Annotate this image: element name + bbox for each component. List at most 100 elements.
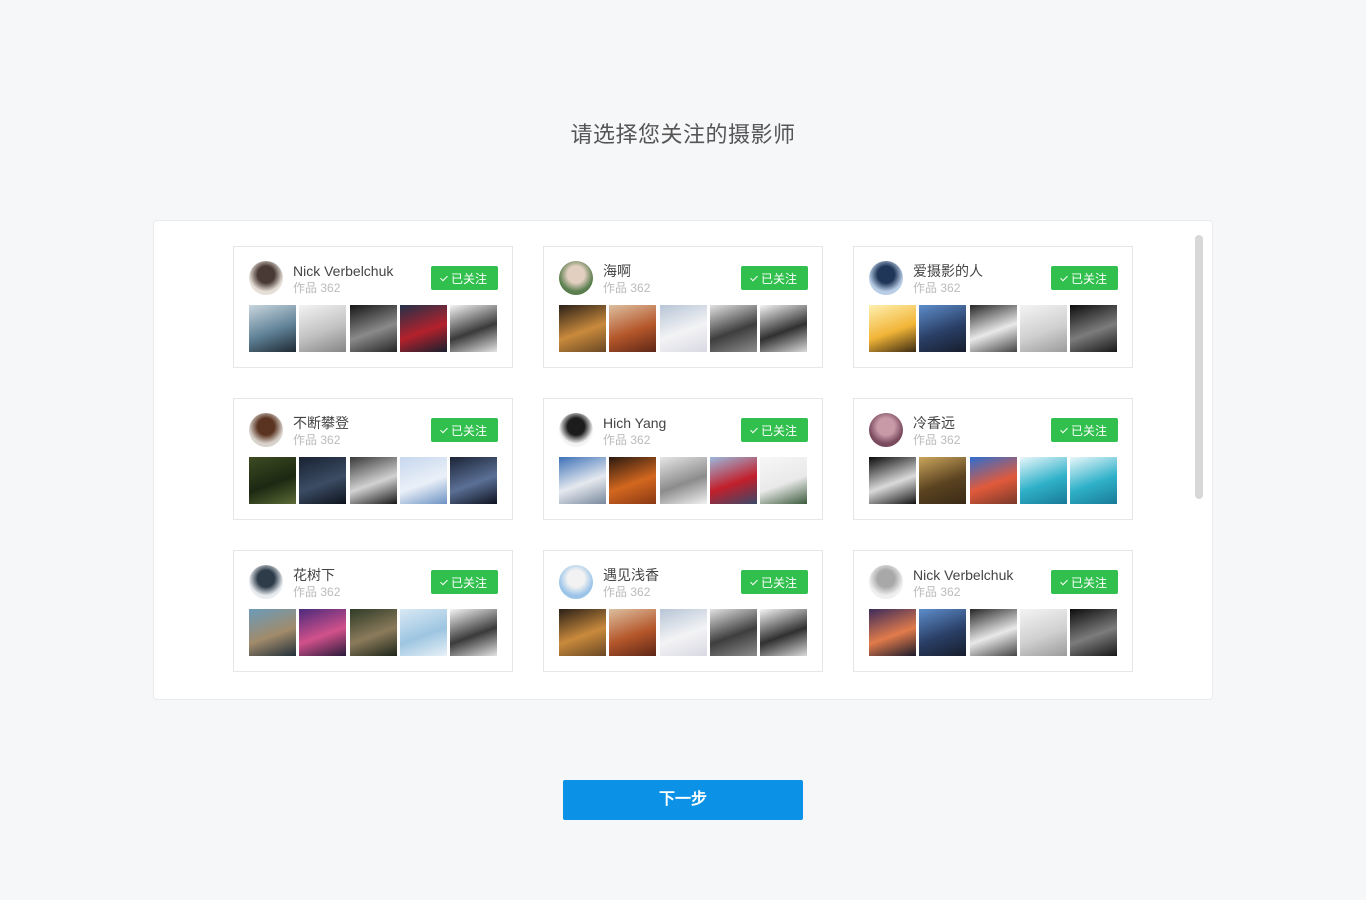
photo-thumbnail[interactable] [450,457,497,504]
check-icon [750,577,758,585]
follow-button[interactable]: 已关注 [741,266,808,290]
photo-thumbnail[interactable] [760,609,807,656]
photographer-card: 爱摄影的人 作品 362 已关注 [853,246,1133,368]
photo-thumbnail[interactable] [1070,457,1117,504]
photo-thumbnail[interactable] [869,457,916,504]
photographer-card: 花树下 作品 362 已关注 [233,550,513,672]
check-icon [440,425,448,433]
works-label: 作品 [913,433,938,447]
avatar[interactable] [869,261,903,295]
avatar[interactable] [559,565,593,599]
photo-thumbnail[interactable] [249,457,296,504]
photo-thumbnail[interactable] [760,305,807,352]
check-icon [1060,577,1068,585]
follow-button[interactable]: 已关注 [741,570,808,594]
follow-button[interactable]: 已关注 [431,570,498,594]
photo-thumbnail[interactable] [709,609,757,656]
photo-strip [869,457,1117,504]
avatar[interactable] [249,565,283,599]
photo-thumbnail[interactable] [659,305,707,352]
photo-thumbnail[interactable] [349,609,397,656]
photo-strip [249,305,497,352]
works-count: 作品 362 [913,280,960,296]
follow-button-label: 已关注 [1070,271,1107,286]
photographer-name[interactable]: 爱摄影的人 [913,262,983,280]
photo-thumbnail[interactable] [869,305,916,352]
avatar[interactable] [249,261,283,295]
next-step-button[interactable]: 下一步 [563,780,803,820]
scrollbar[interactable] [1195,235,1203,499]
follow-button[interactable]: 已关注 [1051,418,1118,442]
photo-thumbnail[interactable] [919,457,967,504]
photo-strip [559,305,807,352]
photo-thumbnail[interactable] [299,609,347,656]
follow-button[interactable]: 已关注 [741,418,808,442]
photo-thumbnail[interactable] [1019,609,1067,656]
works-count: 作品 362 [603,280,650,296]
photo-thumbnail[interactable] [869,609,916,656]
photo-thumbnail[interactable] [399,609,447,656]
works-label: 作品 [603,585,628,599]
avatar[interactable] [869,413,903,447]
photo-thumbnail[interactable] [1070,609,1117,656]
photographer-name[interactable]: Hich Yang [603,414,666,432]
follow-button[interactable]: 已关注 [431,266,498,290]
photo-thumbnail[interactable] [969,457,1017,504]
photographer-name[interactable]: 遇见浅香 [603,566,659,584]
photo-thumbnail[interactable] [609,457,657,504]
photographer-name[interactable]: 不断攀登 [293,414,349,432]
photo-thumbnail[interactable] [299,457,347,504]
photo-strip [249,457,497,504]
follow-button[interactable]: 已关注 [1051,570,1118,594]
avatar[interactable] [869,565,903,599]
photo-strip [869,609,1117,656]
photo-thumbnail[interactable] [709,305,757,352]
photo-thumbnail[interactable] [919,609,967,656]
photo-thumbnail[interactable] [659,457,707,504]
photo-thumbnail[interactable] [969,609,1017,656]
photographer-name[interactable]: 海啊 [603,262,631,280]
works-label: 作品 [603,281,628,295]
photo-thumbnail[interactable] [249,305,296,352]
photo-thumbnail[interactable] [399,457,447,504]
check-icon [750,425,758,433]
photo-thumbnail[interactable] [969,305,1017,352]
avatar[interactable] [559,413,593,447]
photo-thumbnail[interactable] [450,609,497,656]
photo-thumbnail[interactable] [249,609,296,656]
photo-thumbnail[interactable] [659,609,707,656]
follow-button-label: 已关注 [450,575,487,590]
works-count: 作品 362 [293,584,340,600]
avatar[interactable] [249,413,283,447]
photo-thumbnail[interactable] [1070,305,1117,352]
photographer-name[interactable]: 花树下 [293,566,335,584]
photo-thumbnail[interactable] [559,609,606,656]
photo-thumbnail[interactable] [709,457,757,504]
photographer-card: Nick Verbelchuk 作品 362 已关注 [233,246,513,368]
check-icon [1060,273,1068,281]
photo-thumbnail[interactable] [760,457,807,504]
photo-thumbnail[interactable] [919,305,967,352]
photo-thumbnail[interactable] [1019,457,1067,504]
photographer-name[interactable]: 冷香远 [913,414,955,432]
works-label: 作品 [293,585,318,599]
photo-thumbnail[interactable] [450,305,497,352]
follow-button-label: 已关注 [760,271,797,286]
photo-thumbnail[interactable] [609,609,657,656]
photo-thumbnail[interactable] [1019,305,1067,352]
photographer-name[interactable]: Nick Verbelchuk [293,262,393,280]
photographer-card: 冷香远 作品 362 已关注 [853,398,1133,520]
photo-thumbnail[interactable] [609,305,657,352]
avatar[interactable] [559,261,593,295]
photo-thumbnail[interactable] [559,305,606,352]
photo-thumbnail[interactable] [349,305,397,352]
works-number: 362 [630,433,651,447]
photo-thumbnail[interactable] [299,305,347,352]
photo-thumbnail[interactable] [399,305,447,352]
follow-button[interactable]: 已关注 [1051,266,1118,290]
follow-button[interactable]: 已关注 [431,418,498,442]
photographer-name[interactable]: Nick Verbelchuk [913,566,1013,584]
works-label: 作品 [913,585,938,599]
photo-thumbnail[interactable] [349,457,397,504]
photo-thumbnail[interactable] [559,457,606,504]
